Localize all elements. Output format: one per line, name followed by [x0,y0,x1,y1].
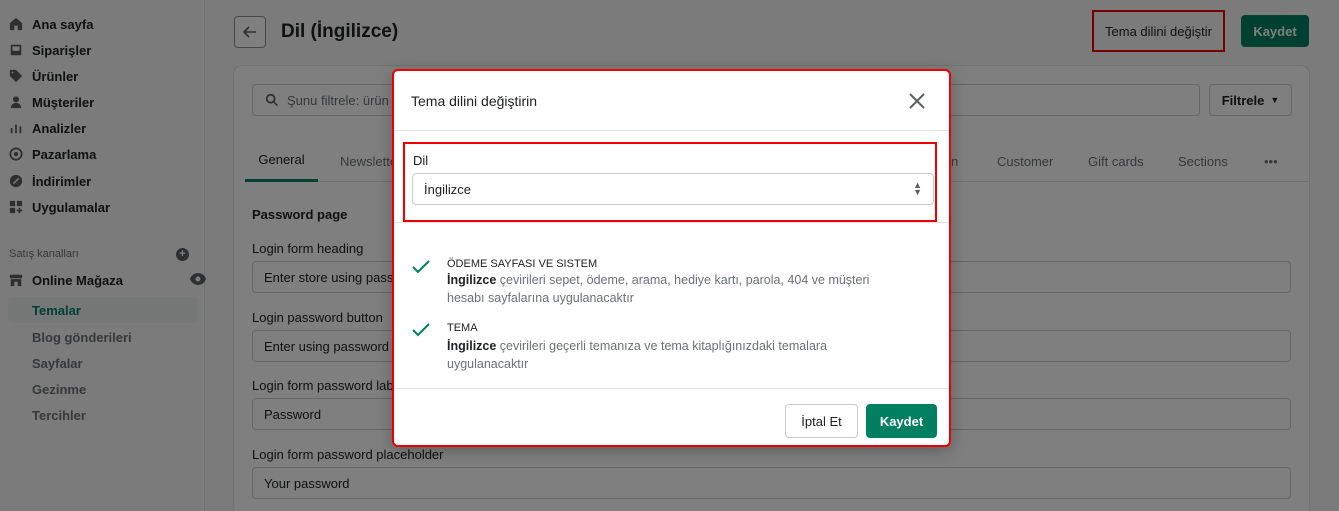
modal-footer: İptal Et Kaydet [394,389,949,447]
change-language-modal: Tema dilini değiştirin Dil İngilizce ▲ ▼ … [392,69,951,447]
checkout-text-line2: hesabı sayfalarına uygulanacaktır [447,291,634,305]
language-select-section: Dil İngilizce ▲ ▼ [403,142,937,222]
theme-language-bold: İngilizce [447,339,497,353]
theme-text-line1: çevirileri geçerli temanıza ve tema kita… [496,339,828,353]
close-icon [909,93,925,109]
theme-section-text: İngilizce çevirileri geçerli temanıza ve… [447,337,917,373]
language-label: Dil [413,153,429,168]
checkout-language-bold: İngilizce [447,273,497,287]
select-arrows-icon: ▲ ▼ [913,180,922,197]
modal-header: Tema dilini değiştirin [394,71,949,131]
checkout-section-text: İngilizce çevirileri sepet, ödeme, arama… [447,271,917,307]
modal-title: Tema dilini değiştirin [411,93,538,109]
checkmark-icon [411,257,431,277]
checkout-text-line1: çevirileri sepet, ödeme, arama, hediye k… [496,273,870,287]
modal-save-button[interactable]: Kaydet [866,404,937,438]
language-select[interactable]: İngilizce ▲ ▼ [412,173,934,205]
cancel-button[interactable]: İptal Et [785,404,858,438]
close-button[interactable] [907,91,927,111]
checkout-section-title: ÖDEME SAYFASI VE SISTEM [447,258,598,270]
checkmark-icon [411,320,431,340]
language-select-value: İngilizce [424,181,471,197]
theme-text-line2: uygulanacaktır [447,357,529,371]
theme-section-title: TEMA [447,322,478,334]
divider [394,222,949,223]
